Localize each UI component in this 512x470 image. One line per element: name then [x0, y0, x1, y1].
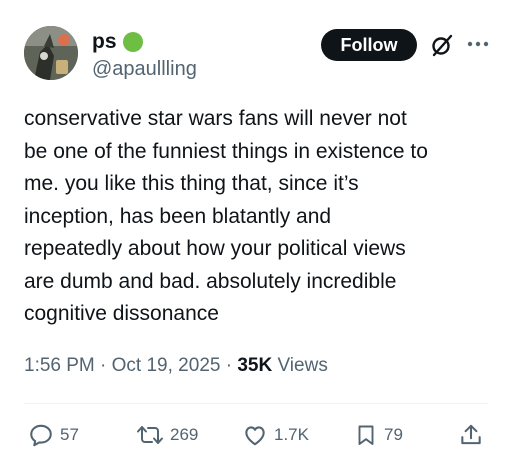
repost-count: 269: [170, 425, 199, 444]
author-handle[interactable]: @apaullling: [92, 57, 197, 81]
green-circle-icon: [122, 32, 143, 52]
tweet-text-line: are dumb and bad. absolutely incredible: [24, 269, 397, 293]
tweet-text-line: inception, has been blatantly and: [24, 204, 332, 228]
tweet-date[interactable]: Oct 19, 2025: [112, 355, 221, 376]
bookmark-count: 79: [384, 425, 403, 444]
views-count: 35K: [237, 355, 273, 376]
views-label: Views: [272, 355, 328, 376]
tweet-meta: 1:56 PM · Oct 19, 2025 · 35K Views: [24, 354, 328, 378]
avatar[interactable]: [24, 26, 78, 80]
meta-separator: ·: [94, 355, 112, 376]
share-icon: [461, 424, 481, 445]
meta-separator: ·: [220, 355, 238, 376]
tweet-text: conservative star wars fans will never n…: [24, 103, 499, 331]
tweet-text-line: me. you like this thing that, since it’s: [24, 172, 359, 195]
heart-icon: [245, 426, 265, 446]
more-dots-icon[interactable]: [466, 36, 490, 52]
tweet-text-line: repeatedly about how your political view…: [24, 237, 406, 260]
reply-icon: [30, 424, 52, 447]
divider: [24, 403, 488, 404]
tweet-time[interactable]: 1:56 PM: [24, 355, 95, 376]
grok-icon[interactable]: [430, 33, 454, 57]
reply-button[interactable]: 57: [28, 421, 79, 449]
follow-button[interactable]: Follow: [321, 29, 417, 61]
repost-icon: [137, 426, 163, 444]
like-count: 1.7K: [274, 425, 309, 444]
avatar-image: [24, 26, 78, 80]
reply-count: 57: [60, 425, 79, 444]
tweet-text-line: cognitive dissonance: [24, 302, 219, 325]
share-button[interactable]: [458, 421, 484, 449]
tweet-text-line: be one of the funniest things in existen…: [24, 139, 428, 163]
repost-button[interactable]: 269: [136, 421, 198, 449]
like-button[interactable]: 1.7K: [242, 421, 309, 449]
tweet-text-line: conservative star wars fans will never n…: [24, 107, 407, 130]
author-display-name[interactable]: ps: [92, 30, 143, 54]
bookmark-icon: [358, 425, 374, 445]
bookmark-button[interactable]: 79: [354, 421, 403, 449]
tweet-card: ps @apaullling Follow conservative star …: [0, 0, 512, 470]
display-name-text: ps: [92, 30, 117, 53]
